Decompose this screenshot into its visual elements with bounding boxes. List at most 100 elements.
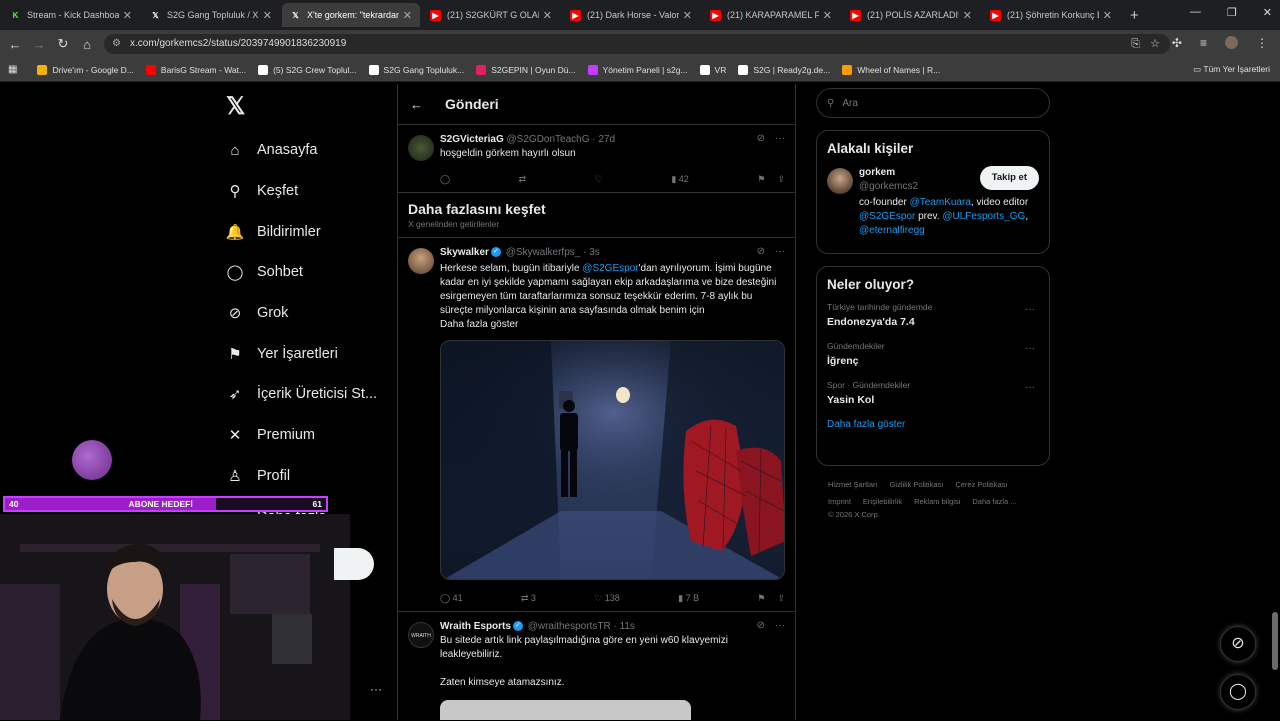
media-icon[interactable]: ≡	[1200, 36, 1207, 50]
sidebar-item-4[interactable]: ⊘ Grok	[222, 293, 397, 334]
back-icon[interactable]: ←	[3, 37, 27, 52]
bookmark-3[interactable]: S2G Gang Topluluk...	[368, 64, 464, 75]
author-handle[interactable]: @wraithesportsTR · 11s	[528, 621, 635, 632]
footer-link[interactable]: Imprint	[828, 497, 851, 506]
tab-2[interactable]: 𝕏 X'te gorkem: "tekrardan g ✕	[282, 3, 420, 27]
more-icon[interactable]: ···	[1025, 304, 1035, 315]
tab-0[interactable]: K Stream - Kick Dashboard ✕	[2, 3, 140, 27]
trend-item[interactable]: Türkiye tarihinde gündemde Endonezya'da 7…	[827, 302, 1039, 328]
avatar[interactable]: WRAITH	[408, 622, 434, 648]
bookmark-4[interactable]: S2GEPIN | Oyun Dü...	[476, 64, 576, 75]
views-count[interactable]: ▮ 7 B	[678, 593, 699, 604]
close-tab-icon[interactable]: ✕	[683, 9, 692, 22]
sidebar-item-3[interactable]: ◯ Sohbet	[222, 252, 397, 293]
post-image[interactable]	[440, 340, 785, 580]
close-tab-icon[interactable]: ✕	[963, 9, 972, 22]
menu-icon[interactable]: ⋮	[1256, 36, 1268, 50]
mention-link[interactable]: @S2GEspor	[582, 263, 638, 274]
like-icon[interactable]: ♡	[595, 174, 603, 185]
trend-item[interactable]: Spor · Gündemdekiler Yasin Kol ···	[827, 380, 1039, 406]
reply-tweet[interactable]: S2GVicteriaG @S2GDonTeachG · 27d ⊘ ··· ho…	[398, 124, 795, 192]
bookmark-1[interactable]: BarisG Stream - Wat...	[145, 64, 246, 75]
close-tab-icon[interactable]: ✕	[263, 9, 272, 22]
reply-icon[interactable]: ◯	[440, 174, 450, 185]
post-tweet[interactable]: Skywalker ✓ @Skywalkerfps_ · 3s ⊘ ··· Herk…	[398, 237, 795, 611]
sidebar-item-2[interactable]: 🔔 Bildirimler	[222, 211, 397, 252]
tab-7[interactable]: ▶ (21) Şöhretin Korkunç Be ✕	[982, 3, 1120, 27]
bookmark-icon[interactable]: ⚑	[757, 593, 765, 604]
person-card[interactable]: gorkem @gorkemcs2 Takip et co-founder @T…	[827, 166, 1039, 238]
trend-item[interactable]: Gündemdekiler İğrenç ···	[827, 341, 1039, 367]
post-tweet-2[interactable]: WRAITH Wraith Esports ✓ @wraithesportsTR …	[398, 611, 795, 721]
close-tab-icon[interactable]: ✕	[403, 9, 412, 22]
footer-link[interactable]: Daha fazla ...	[972, 497, 1016, 506]
bio-link[interactable]: @eternalfiregg	[859, 225, 925, 236]
minimize-icon[interactable]: —	[1190, 6, 1201, 19]
home-browser-icon[interactable]: ⌂	[75, 37, 99, 52]
post-media-preview[interactable]	[440, 700, 691, 720]
reload-icon[interactable]: ↻	[51, 36, 75, 52]
avatar[interactable]	[408, 248, 434, 274]
site-info-icon[interactable]: ⚙	[112, 34, 121, 54]
all-bookmarks[interactable]: ▭ Tüm Yer İşaretleri	[1193, 64, 1270, 75]
grok-fab-icon[interactable]: ⊘	[1220, 626, 1256, 662]
account-more-icon[interactable]: ···	[370, 682, 382, 696]
profile-avatar-icon[interactable]	[1225, 36, 1238, 49]
bookmark-0[interactable]: Drive'ım - Google D...	[37, 64, 134, 75]
show-more-link[interactable]: Daha fazla göster	[440, 318, 785, 332]
author-handle[interactable]: @Skywalkerfps_ · 3s	[506, 247, 600, 258]
close-tab-icon[interactable]: ✕	[123, 9, 132, 22]
bookmark-icon[interactable]: ⚑	[757, 174, 765, 185]
tab-4[interactable]: ▶ (21) Dark Horse - Valorant ✕	[562, 3, 700, 27]
author-name[interactable]: Skywalker	[440, 247, 489, 258]
post-button-partial[interactable]	[334, 548, 374, 580]
author-handle[interactable]: @S2GDonTeachG · 27d	[507, 134, 616, 145]
avatar[interactable]	[827, 168, 853, 194]
sidebar-item-6[interactable]: ➶ İçerik Üreticisi St...	[222, 374, 397, 415]
more-icon[interactable]: ···	[775, 133, 785, 144]
grok-icon[interactable]: ⊘	[757, 246, 765, 257]
bookmark-2[interactable]: (5) S2G Crew Toplul...	[258, 64, 357, 75]
more-icon[interactable]: ···	[1025, 343, 1035, 354]
scrollbar[interactable]	[1272, 612, 1278, 670]
apps-grid-icon[interactable]: ▦	[8, 64, 17, 75]
sidebar-item-0[interactable]: ⌂ Anasayfa	[222, 130, 397, 171]
show-more-trends[interactable]: Daha fazla göster	[827, 419, 1039, 430]
bookmark-7[interactable]: S2G | Ready2g.de...	[738, 64, 830, 75]
bookmark-6[interactable]: VR	[699, 64, 726, 75]
sidebar-item-1[interactable]: ⚲ Keşfet	[222, 171, 397, 212]
sidebar-item-7[interactable]: ✕ Premium	[222, 415, 397, 456]
tab-1[interactable]: 𝕏 S2G Gang Topluluk / X ✕	[142, 3, 280, 27]
like-count[interactable]: ♡ 138	[594, 593, 620, 604]
sidebar-item-8[interactable]: ♙ Profil	[222, 456, 397, 497]
messages-fab-icon[interactable]: ◯	[1220, 674, 1256, 710]
follow-button[interactable]: Takip et	[979, 166, 1039, 190]
bio-link[interactable]: @ULFesports_GG	[942, 211, 1025, 222]
bookmark-5[interactable]: Yönetim Paneli | s2g...	[587, 64, 688, 75]
grok-icon[interactable]: ⊘	[757, 133, 765, 144]
retweet-icon[interactable]: ⇄	[519, 174, 527, 185]
author-name[interactable]: Wraith Esports	[440, 621, 511, 632]
footer-link[interactable]: Erişilebilirlik	[863, 497, 902, 506]
avatar[interactable]	[408, 135, 434, 161]
install-icon[interactable]: ⎘	[1131, 34, 1140, 54]
restore-icon[interactable]: ❐	[1227, 6, 1237, 19]
back-arrow-icon[interactable]: ←	[410, 97, 423, 112]
grok-icon[interactable]: ⊘	[757, 620, 765, 631]
footer-link[interactable]: Gizlilik Politikası	[890, 480, 944, 489]
bio-link[interactable]: @S2GEspor	[859, 211, 915, 222]
new-tab-button[interactable]: +	[1130, 7, 1139, 24]
footer-link[interactable]: Hizmet Şartları	[828, 480, 878, 489]
more-icon[interactable]: ···	[775, 620, 785, 631]
more-icon[interactable]: ···	[1025, 382, 1035, 393]
close-tab-icon[interactable]: ✕	[543, 9, 552, 22]
forward-icon[interactable]: →	[27, 37, 51, 52]
close-tab-icon[interactable]: ✕	[1103, 9, 1112, 22]
share-icon[interactable]: ⇪	[777, 593, 785, 604]
close-window-icon[interactable]: ✕	[1263, 6, 1272, 19]
footer-link[interactable]: Çerez Politikası	[955, 480, 1007, 489]
search-input[interactable]: ⚲ Ara	[816, 88, 1050, 118]
tab-6[interactable]: ▶ (21) POLİS AZARLADI! Tü ✕	[842, 3, 980, 27]
tab-5[interactable]: ▶ (21) KARAPARAMEL FETT ✕	[702, 3, 840, 27]
close-tab-icon[interactable]: ✕	[823, 9, 832, 22]
